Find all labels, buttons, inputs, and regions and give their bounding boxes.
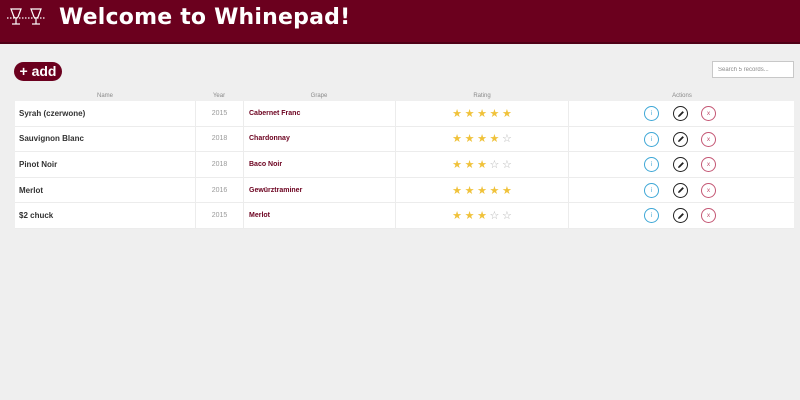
delete-button[interactable]: x <box>701 208 716 224</box>
table-row[interactable]: Sauvignon Blanc 2018 Chardonnay ★ ★ ★ ★ ☆ i x <box>15 126 794 153</box>
star-empty-icon[interactable]: ☆ <box>502 210 512 221</box>
star-filled-icon[interactable]: ★ <box>465 185 475 196</box>
wine-name-cell: Merlot <box>19 185 43 195</box>
wine-name-cell: Syrah (czerwone) <box>19 108 86 118</box>
info-button[interactable]: i <box>644 106 659 121</box>
wine-grape-cell: Chardonnay <box>243 126 395 152</box>
star-filled-icon[interactable]: ★ <box>477 159 487 170</box>
edit-button[interactable] <box>673 131 688 147</box>
star-filled-icon[interactable]: ★ <box>477 133 487 144</box>
star-filled-icon[interactable]: ★ <box>477 210 487 221</box>
column-header-grape: Grape <box>310 93 328 99</box>
star-filled-icon[interactable]: ★ <box>452 159 462 170</box>
wine-grape-cell: Cabernet Franc <box>243 101 395 126</box>
pencil-icon <box>677 161 684 168</box>
actions-cell: ix <box>569 203 794 228</box>
rating-cell: ★ ★ ★ ★ ☆ <box>395 126 569 152</box>
wine-grape-cell: Merlot <box>243 203 395 228</box>
delete-button[interactable]: x <box>701 157 716 173</box>
app-header: Welcome to Whinepad! <box>0 0 800 44</box>
wine-name-cell: $2 chuck <box>19 211 54 221</box>
search-input[interactable] <box>712 61 794 78</box>
rating-cell: ★ ★ ★ ★ ★ <box>395 177 569 203</box>
wine-year-cell: 2018 <box>195 152 243 177</box>
star-filled-icon[interactable]: ★ <box>452 185 462 196</box>
star-filled-icon[interactable]: ★ <box>452 133 462 144</box>
pencil-icon <box>677 136 684 143</box>
actions-cell: ix <box>569 178 794 203</box>
table-row[interactable]: Merlot 2016 Gewürztraminer ★ ★ ★ ★ ★ i x <box>15 177 794 204</box>
table-row[interactable]: Pinot Noir 2018 Baco Noir ★ ★ ★ ☆ ☆ i x <box>15 152 794 178</box>
star-filled-icon[interactable]: ★ <box>490 185 500 196</box>
star-filled-icon[interactable]: ★ <box>465 159 475 170</box>
column-header-actions: Actions <box>672 93 692 99</box>
edit-button[interactable] <box>673 208 688 224</box>
star-filled-icon[interactable]: ★ <box>490 108 500 119</box>
star-empty-icon[interactable]: ☆ <box>490 159 500 170</box>
actions-cell: ix <box>569 101 794 126</box>
wine-year-cell: 2018 <box>195 126 243 152</box>
star-filled-icon[interactable]: ★ <box>502 185 512 196</box>
info-button[interactable]: i <box>644 208 659 224</box>
info-button[interactable]: i <box>644 157 659 173</box>
star-filled-icon[interactable]: ★ <box>465 133 475 144</box>
info-button[interactable]: i <box>644 131 659 147</box>
star-filled-icon[interactable]: ★ <box>477 108 487 119</box>
add-button[interactable]: + add <box>14 62 62 81</box>
wine-year-cell: 2015 <box>195 101 243 126</box>
star-filled-icon[interactable]: ★ <box>502 108 512 119</box>
edit-button[interactable] <box>673 106 688 121</box>
star-filled-icon[interactable]: ★ <box>477 185 487 196</box>
rating-cell: ★ ★ ★ ☆ ☆ <box>395 203 569 228</box>
star-filled-icon[interactable]: ★ <box>465 210 475 221</box>
actions-cell: ix <box>569 127 794 152</box>
rating-cell: ★ ★ ★ ★ ★ <box>395 101 569 126</box>
wine-name-cell: Pinot Noir <box>19 159 58 169</box>
table-row[interactable]: Syrah (czerwone) 2015 Cabernet Franc ★ ★ ★ ★ ★ i… <box>15 101 794 127</box>
delete-button[interactable]: x <box>701 106 716 121</box>
delete-button[interactable]: x <box>701 131 716 147</box>
star-empty-icon[interactable]: ☆ <box>502 133 512 144</box>
edit-button[interactable] <box>673 157 688 173</box>
column-header-name: Name <box>96 93 113 99</box>
wine-grape-cell: Baco Noir <box>243 152 395 177</box>
wine-glasses-icon <box>7 8 45 25</box>
star-filled-icon[interactable]: ★ <box>490 133 500 144</box>
star-empty-icon[interactable]: ☆ <box>502 159 512 170</box>
rating-cell: ★ ★ ★ ☆ ☆ <box>395 152 569 177</box>
wine-year-cell: 2015 <box>195 203 243 228</box>
info-button[interactable]: i <box>644 182 659 198</box>
delete-button[interactable]: x <box>701 182 716 198</box>
wine-name-cell: Sauvignon Blanc <box>19 134 84 144</box>
star-filled-icon[interactable]: ★ <box>452 108 462 119</box>
actions-cell: ix <box>569 152 794 177</box>
star-filled-icon[interactable]: ★ <box>452 210 462 221</box>
pencil-icon <box>677 187 684 194</box>
pencil-icon <box>677 110 684 117</box>
edit-button[interactable] <box>673 182 688 198</box>
page-title: Welcome to Whinepad! <box>59 5 351 30</box>
star-empty-icon[interactable]: ☆ <box>490 210 500 221</box>
wine-grape-cell: Gewürztraminer <box>243 177 395 203</box>
pencil-icon <box>677 212 684 219</box>
table-row[interactable]: $2 chuck 2015 Merlot ★ ★ ★ ☆ ☆ i x <box>15 203 794 229</box>
wine-table: Syrah (czerwone) 2015 Cabernet Franc ★ ★ ★ ★ ★ i… <box>15 101 794 229</box>
column-header-year: Year <box>212 93 226 99</box>
star-filled-icon[interactable]: ★ <box>465 108 475 119</box>
column-header-rating: Rating <box>473 93 491 99</box>
wine-year-cell: 2016 <box>195 177 243 203</box>
